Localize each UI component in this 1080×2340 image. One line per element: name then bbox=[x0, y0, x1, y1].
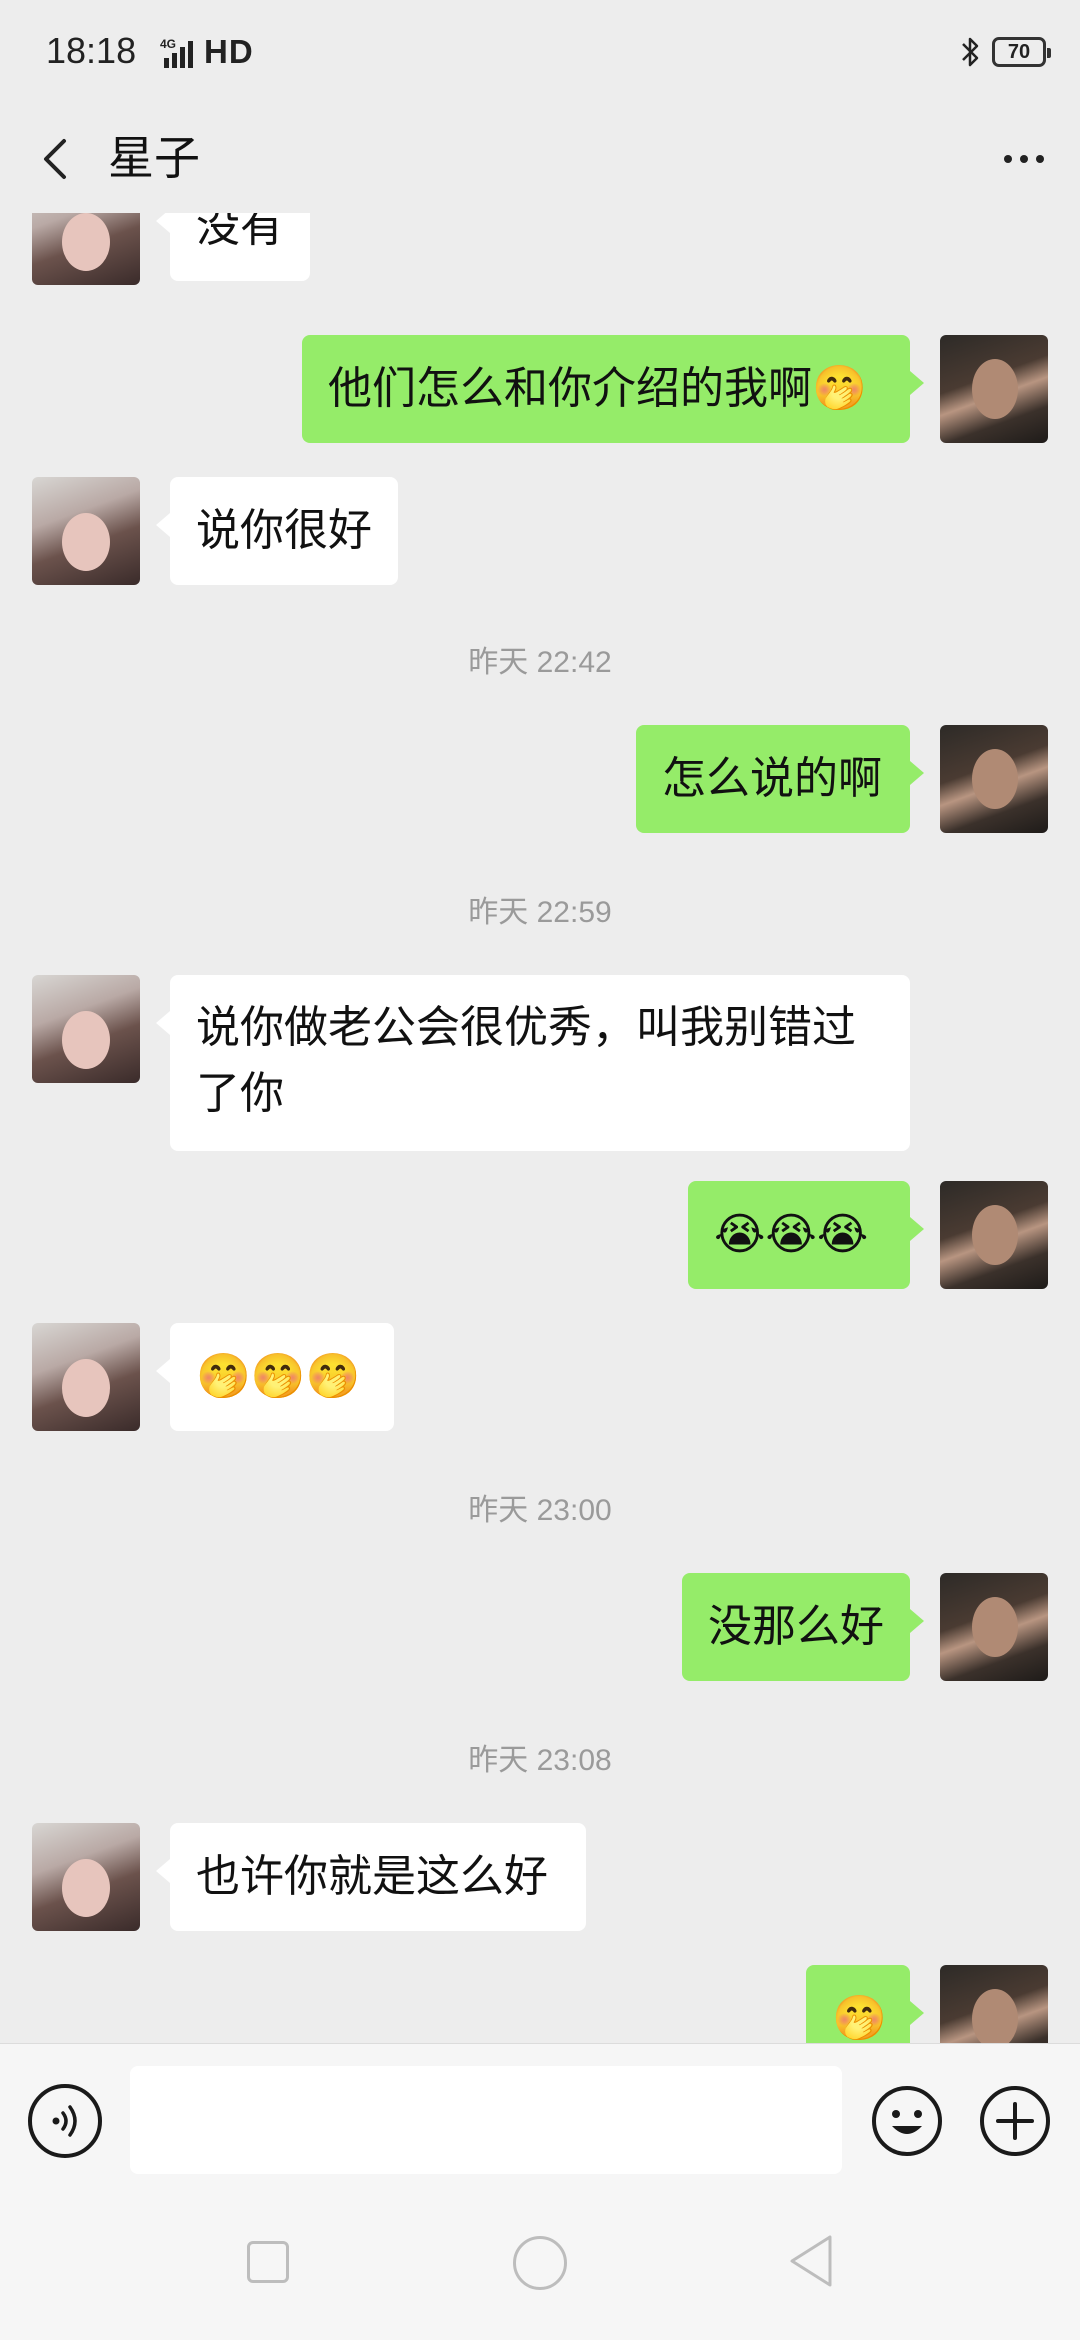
triangle-back-icon[interactable] bbox=[786, 2233, 836, 2289]
chat-title: 星子 bbox=[108, 131, 200, 185]
more-button[interactable] bbox=[994, 131, 1054, 187]
more-dots-icon bbox=[1004, 155, 1012, 163]
message-list[interactable]: 没有 他们怎么和你介绍的我啊🤭 说你很好 昨天 22:42 怎么说的啊 昨天 2… bbox=[0, 213, 1080, 2043]
message-bubble-incoming[interactable]: 没有 bbox=[156, 213, 310, 281]
contact-avatar[interactable] bbox=[32, 975, 140, 1083]
signal-icon: 4G bbox=[160, 37, 193, 68]
voice-icon bbox=[52, 2105, 77, 2137]
network-type: 4G bbox=[160, 37, 176, 51]
message-bubble-outgoing[interactable]: 他们怎么和你介绍的我啊🤭 bbox=[302, 335, 924, 443]
my-avatar[interactable] bbox=[940, 1181, 1048, 1289]
message-bubble-incoming[interactable]: 说你很好 bbox=[156, 477, 398, 585]
voice-button[interactable] bbox=[28, 2084, 102, 2158]
square-icon[interactable] bbox=[247, 2241, 289, 2283]
my-avatar[interactable] bbox=[940, 725, 1048, 833]
timestamp: 昨天 22:42 bbox=[468, 646, 612, 679]
contact-avatar[interactable] bbox=[32, 477, 140, 585]
timestamp: 昨天 23:00 bbox=[468, 1494, 612, 1527]
contact-avatar[interactable] bbox=[32, 213, 140, 285]
message-bubble-outgoing[interactable]: 🤭 bbox=[806, 1965, 924, 2043]
message-text: 说你做老公会很优秀，叫我别错过 bbox=[196, 1002, 856, 1053]
my-avatar[interactable] bbox=[940, 335, 1048, 443]
contact-avatar[interactable] bbox=[32, 1323, 140, 1431]
message-bubble-outgoing[interactable]: 没那么好 bbox=[682, 1573, 924, 1681]
message-bubble-incoming[interactable]: 🤭🤭🤭 bbox=[156, 1323, 394, 1431]
plus-icon bbox=[980, 2086, 1050, 2156]
my-avatar[interactable] bbox=[940, 1965, 1048, 2043]
bluetooth-icon bbox=[962, 37, 979, 67]
status-time: 18:18 bbox=[46, 30, 137, 71]
more-dots-icon bbox=[1020, 155, 1028, 163]
emoji-icon bbox=[872, 2086, 942, 2156]
hd-indicator: HD bbox=[204, 33, 254, 70]
timestamp: 昨天 23:08 bbox=[468, 1744, 612, 1777]
emoji-button[interactable] bbox=[870, 2084, 944, 2158]
battery-icon: 70 bbox=[992, 37, 1051, 67]
message-bubble-incoming[interactable]: 说你做老公会很优秀，叫我别错过 了你 bbox=[156, 975, 910, 1151]
more-functions-button[interactable] bbox=[978, 2084, 1052, 2158]
status-right: 70 bbox=[960, 30, 1051, 74]
contact-avatar[interactable] bbox=[32, 1823, 140, 1931]
back-button[interactable] bbox=[28, 125, 88, 193]
message-bubble-outgoing[interactable]: 😭😭😭 bbox=[688, 1181, 924, 1289]
message-text: 了你 bbox=[196, 1068, 284, 1119]
circle-icon[interactable] bbox=[513, 2236, 567, 2290]
my-avatar[interactable] bbox=[940, 1573, 1048, 1681]
input-bar bbox=[0, 2043, 1080, 2194]
message-bubble-incoming[interactable]: 也许你就是这么好 bbox=[156, 1823, 586, 1931]
chat-header: 星子 bbox=[0, 105, 1080, 213]
message-input[interactable] bbox=[130, 2066, 842, 2174]
system-navigation-bar bbox=[0, 2193, 1080, 2340]
message-bubble-outgoing[interactable]: 怎么说的啊 bbox=[636, 725, 924, 833]
chevron-left-icon bbox=[44, 139, 66, 179]
more-dots-icon bbox=[1036, 155, 1044, 163]
timestamp: 昨天 22:59 bbox=[468, 896, 612, 929]
status-bar: 18:18 4G HD 70 bbox=[0, 0, 1080, 105]
network-indicator: 4G HD bbox=[160, 30, 254, 74]
battery-level: 70 bbox=[1007, 40, 1031, 63]
